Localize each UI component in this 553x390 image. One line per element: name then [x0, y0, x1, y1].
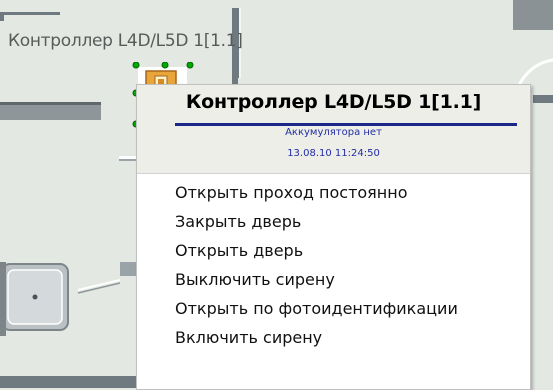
menu-item-open-pass-permanently[interactable]: Открыть проход постоянно — [137, 178, 530, 207]
context-menu-items: Открыть проход постоянно Закрыть дверь О… — [137, 178, 530, 352]
context-menu-header: Контроллер L4D/L5D 1[1.1] Аккумулятора н… — [137, 85, 530, 174]
menu-item-disable-siren[interactable]: Выключить сирену — [137, 265, 530, 294]
context-menu-title: Контроллер L4D/L5D 1[1.1] — [185, 91, 482, 113]
device-context-menu: Контроллер L4D/L5D 1[1.1] Аккумулятора н… — [136, 84, 531, 390]
menu-item-close-door[interactable]: Закрыть дверь — [137, 207, 530, 236]
title-underline — [175, 123, 517, 126]
door-frame — [119, 156, 136, 159]
status-timestamp: 13.08.10 11:24:50 — [287, 148, 380, 159]
wall-segment — [513, 0, 553, 30]
menu-item-open-door[interactable]: Открыть дверь — [137, 236, 530, 265]
wall-segment — [533, 95, 553, 103]
menu-item-enable-siren[interactable]: Включить сирену — [137, 323, 530, 352]
device-map-label: Контроллер L4D/L5D 1[1.1] — [8, 31, 243, 51]
menu-item-open-by-photo-id[interactable]: Открыть по фотоидентификации — [137, 294, 530, 323]
battery-status: Аккумулятора нет — [285, 127, 382, 138]
wall-segment — [0, 376, 136, 388]
